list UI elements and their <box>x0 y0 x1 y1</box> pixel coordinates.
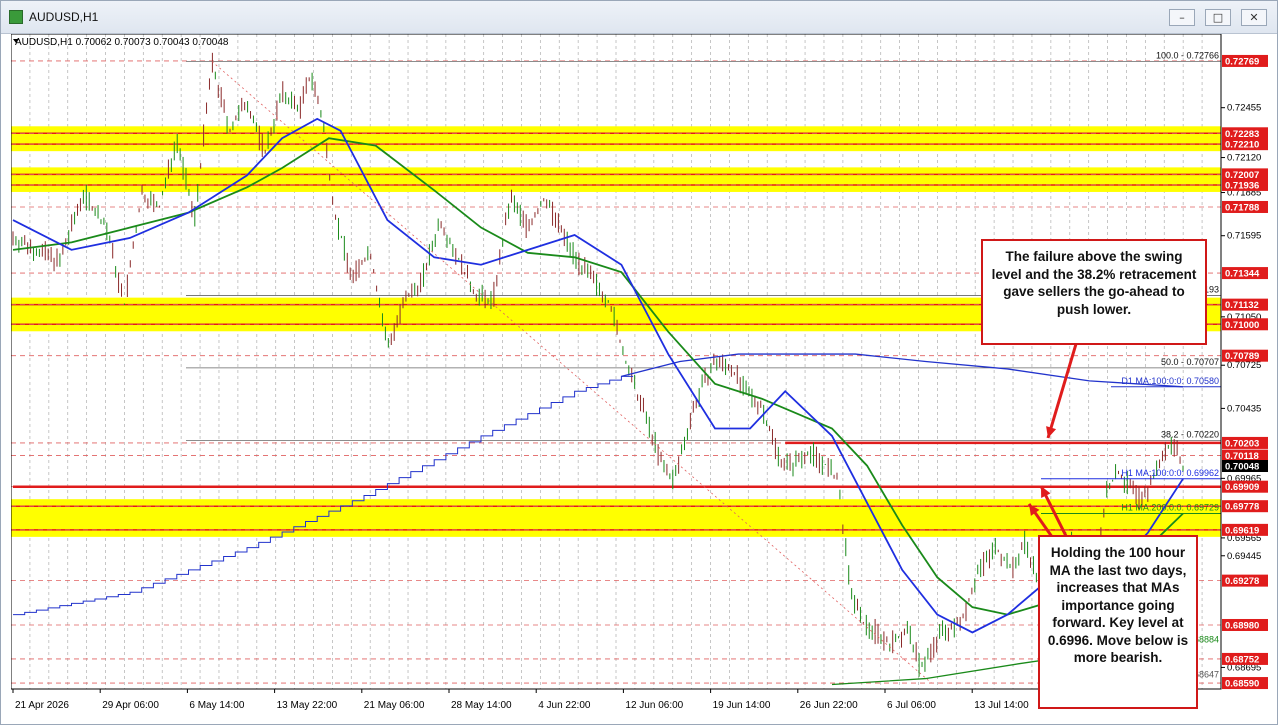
price-label-text: 0.69909 <box>1225 482 1259 493</box>
close-button[interactable]: ✕ <box>1241 9 1267 26</box>
window-titlebar[interactable]: AUDUSD,H1 – □ ✕ <box>1 1 1277 34</box>
time-tick-label: 29 Apr 06:00 <box>102 700 159 711</box>
zone-band <box>11 126 1221 152</box>
price-label-text: 0.72210 <box>1225 140 1259 151</box>
price-label-text: 0.69278 <box>1225 576 1259 587</box>
time-tick-label: 13 Jul 14:00 <box>974 700 1029 711</box>
chart-header: AUDUSD,H1 0.70062 0.70073 0.70043 0.7004… <box>15 37 229 48</box>
time-tick-label: 12 Jun 06:00 <box>625 700 683 711</box>
price-label-text: 0.70789 <box>1225 351 1259 362</box>
time-tick-label: 6 Jul 06:00 <box>887 700 936 711</box>
fib-level-label: 50.0 - 0.70707 <box>1161 357 1219 367</box>
maximize-button[interactable]: □ <box>1205 9 1231 26</box>
price-label-text: 0.71344 <box>1225 269 1260 280</box>
zone-band <box>11 167 1221 192</box>
price-label-text: 0.69619 <box>1225 525 1259 536</box>
time-tick-label: 6 May 14:00 <box>189 700 244 711</box>
price-label-text: 0.68980 <box>1225 620 1259 631</box>
price-label-text: 0.68590 <box>1225 679 1259 690</box>
price-tick-label: 0.71595 <box>1227 231 1261 242</box>
callout-holding-text: Holding the 100 hour MA the last two day… <box>1047 545 1189 665</box>
ma-label: H1 MA:100:0:0: 0.69962 <box>1121 468 1219 478</box>
price-label-text: 0.70203 <box>1225 438 1259 449</box>
price-label-text: 0.71788 <box>1225 202 1259 213</box>
time-tick-label: 26 Jun 22:00 <box>800 700 858 711</box>
price-label-text: 0.69778 <box>1225 502 1259 513</box>
time-tick-label: 21 May 06:00 <box>364 700 425 711</box>
price-tick-label: 0.69445 <box>1227 551 1261 562</box>
price-tick-label: 0.70435 <box>1227 403 1261 414</box>
callout-failure-text: The failure above the swing level and th… <box>991 249 1197 317</box>
fib-level-label: 100.0 - 0.72766 <box>1156 50 1219 60</box>
time-tick-label: 19 Jun 14:00 <box>713 700 771 711</box>
price-label-text: 0.72283 <box>1225 129 1259 140</box>
time-tick-label: 28 May 14:00 <box>451 700 512 711</box>
time-tick-label: 4 Jun 22:00 <box>538 700 591 711</box>
chart-app-icon <box>9 10 23 24</box>
window-title: AUDUSD,H1 <box>29 10 99 24</box>
price-label-text: 0.71936 <box>1225 180 1259 191</box>
callout-holding-note: Holding the 100 hour MA the last two day… <box>1038 535 1198 709</box>
price-tick-label: 0.72455 <box>1227 103 1261 114</box>
price-label-text: 0.71132 <box>1225 300 1259 311</box>
minimize-button[interactable]: – <box>1169 9 1195 26</box>
ma-label: D1 MA:100:0:0: 0.70580 <box>1121 376 1219 386</box>
price-label-text: 0.70048 <box>1225 462 1259 473</box>
price-label-text: 0.72769 <box>1225 56 1259 67</box>
price-label-text: 0.68752 <box>1225 654 1259 665</box>
price-tick-label: 0.72120 <box>1227 153 1261 164</box>
fib-level-label: 38.2 - 0.70220 <box>1161 429 1219 439</box>
callout-failure-note: The failure above the swing level and th… <box>981 239 1207 345</box>
price-label-text: 0.71000 <box>1225 320 1259 331</box>
time-tick-label: 21 Apr 2026 <box>15 700 69 711</box>
ma-label: H1 MA:200:0:0: 0.69729 <box>1121 502 1219 512</box>
chart-window: AUDUSD,H1 – □ ✕ 100.0 - 0.7276661.8 - 0.… <box>0 0 1278 725</box>
time-tick-label: 13 May 22:00 <box>277 700 338 711</box>
price-axis: 0.724550.721200.718850.715950.710500.707… <box>1221 34 1269 690</box>
